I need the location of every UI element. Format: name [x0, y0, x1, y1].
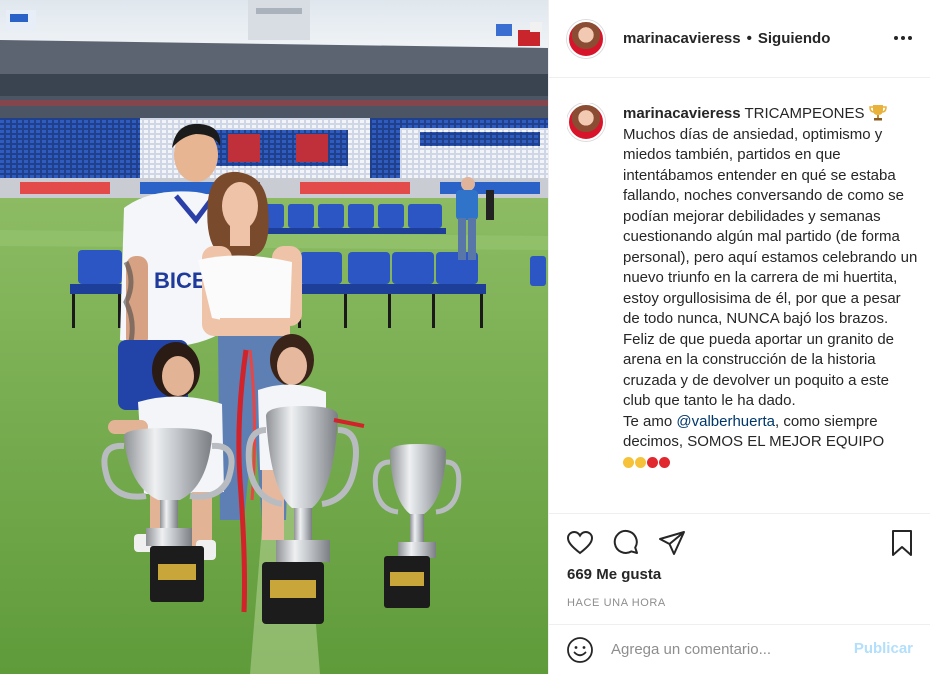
caption-closing-prefix: Te amo [623, 412, 673, 430]
publish-button[interactable]: Publicar [854, 640, 913, 657]
trophy-emoji [868, 105, 887, 121]
caption-username[interactable]: marinacavieress [623, 105, 741, 122]
post-actions [549, 513, 930, 565]
more-options-icon[interactable] [891, 26, 915, 50]
emoji-icon[interactable] [565, 635, 595, 665]
separator-dot: • [746, 30, 752, 47]
post-sidebar: marinacavieress • Siguiendo marinacavier… [548, 0, 930, 674]
author-avatar[interactable] [567, 19, 605, 58]
post-photo[interactable]: BICE [0, 0, 548, 674]
caption-emojis [623, 457, 670, 469]
post-timestamp[interactable]: HACE UNA HORA [567, 597, 666, 609]
caption-body: Muchos días de ansiedad, optimismo y mie… [623, 125, 918, 410]
post-header: marinacavieress • Siguiendo [549, 0, 930, 78]
post-caption: marinacavieress TRICAMPEONES Muchos días… [567, 103, 919, 511]
likes-count[interactable]: 669 Me gusta [567, 566, 661, 583]
share-icon[interactable] [657, 528, 687, 558]
mention-link[interactable]: @valberhuerta [676, 413, 775, 430]
author-username[interactable]: marinacavieress [623, 30, 741, 47]
caption-text: marinacavieress TRICAMPEONES Muchos días… [623, 103, 919, 511]
caption-avatar[interactable] [567, 103, 605, 141]
caption-headline: TRICAMPEONES [744, 105, 865, 122]
heart-icon[interactable] [565, 528, 595, 558]
comment-bar: Agrega un comentario... Publicar [549, 624, 930, 674]
comment-icon[interactable] [611, 528, 641, 558]
jersey-text: BICE [154, 268, 207, 293]
comment-input[interactable]: Agrega un comentario... [611, 641, 831, 658]
bookmark-icon[interactable] [887, 528, 917, 558]
following-button[interactable]: Siguiendo [758, 30, 831, 47]
